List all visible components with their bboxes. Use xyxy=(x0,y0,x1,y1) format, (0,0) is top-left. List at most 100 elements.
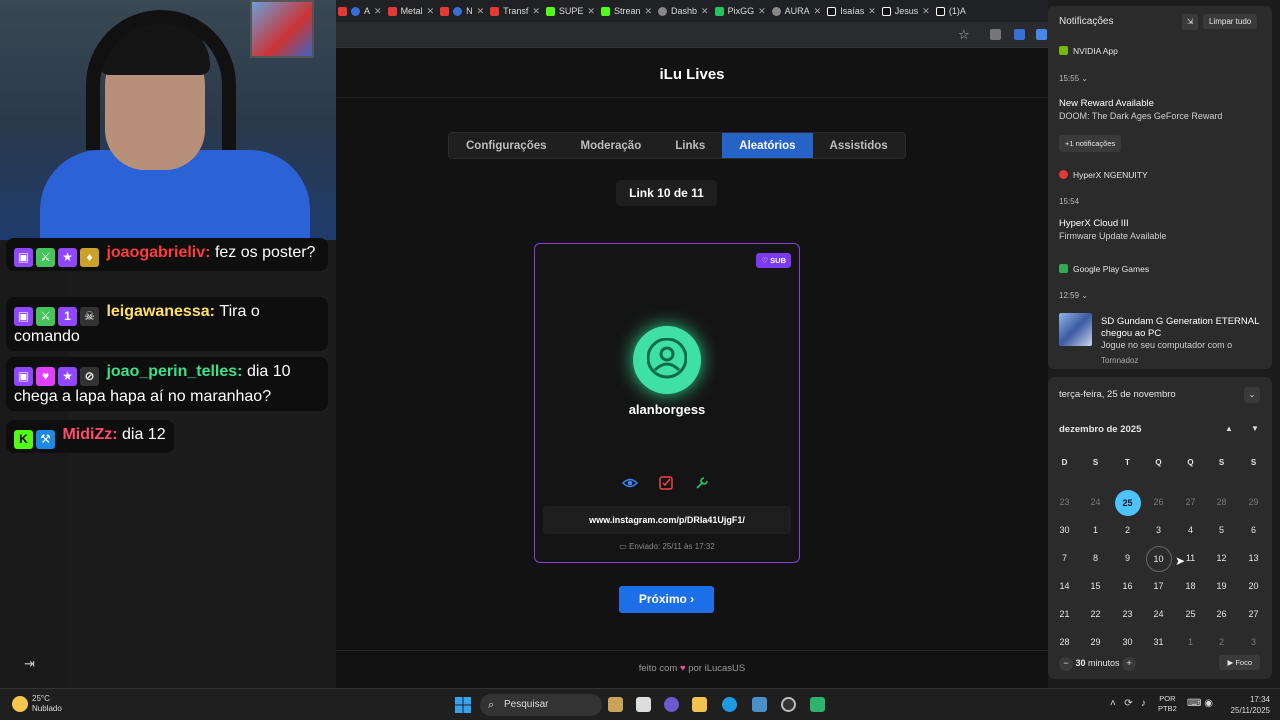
tab-aleatorios[interactable]: Aleatórios xyxy=(722,133,813,158)
task-view-icon[interactable] xyxy=(636,697,651,712)
language-indicator[interactable]: POR PTB2 xyxy=(1158,694,1177,714)
calendar-day[interactable]: 25 xyxy=(1175,600,1206,628)
photos-icon[interactable] xyxy=(752,697,767,712)
calendar-day[interactable]: 25 xyxy=(1112,488,1143,516)
notification-body[interactable]: DOOM: The Dark Ages GeForce Reward xyxy=(1059,111,1222,121)
calendar-day[interactable]: 12 xyxy=(1206,544,1237,572)
tab-moderacao[interactable]: Moderação xyxy=(564,133,659,158)
close-icon[interactable]: ✕ xyxy=(427,6,435,17)
calendar-day[interactable]: 26 xyxy=(1206,600,1237,628)
close-icon[interactable]: ✕ xyxy=(701,6,709,17)
windows-start-icon[interactable] xyxy=(455,697,471,713)
notification-body[interactable]: Firmware Update Available xyxy=(1059,231,1166,241)
notification-title[interactable]: New Reward Available xyxy=(1059,98,1154,109)
app-icon[interactable] xyxy=(810,697,825,712)
close-icon[interactable]: ✕ xyxy=(477,6,485,17)
edge-icon[interactable] xyxy=(722,697,737,712)
sync-icon[interactable]: ⟳ xyxy=(1124,698,1132,709)
close-icon[interactable]: ✕ xyxy=(532,6,540,17)
focus-button[interactable]: ▶ Foco xyxy=(1219,655,1260,670)
browser-tab[interactable]: Transf ✕ xyxy=(490,6,540,17)
notification-title[interactable]: HyperX Cloud III xyxy=(1059,218,1129,229)
calendar-day[interactable]: 3 xyxy=(1238,628,1269,656)
calendar-day[interactable]: 28 xyxy=(1049,628,1080,656)
calendar-day[interactable]: 29 xyxy=(1080,628,1111,656)
taskbar-search[interactable]: ⌕ Pesquisar xyxy=(480,694,602,716)
calendar-day[interactable]: 9 xyxy=(1112,544,1143,572)
browser-tab[interactable]: A ✕ xyxy=(338,6,382,17)
wrench-icon[interactable] xyxy=(695,476,709,490)
eye-icon[interactable] xyxy=(622,476,638,490)
browser-tab[interactable]: Dashb ✕ xyxy=(658,6,709,17)
notification-body[interactable]: Jogue no seu computador com o xyxy=(1101,340,1232,350)
calendar-day[interactable]: 10 xyxy=(1143,544,1174,572)
chevron-up-icon[interactable]: ˄ xyxy=(1110,698,1116,709)
calendar-day[interactable]: 28 xyxy=(1206,488,1237,516)
close-icon[interactable]: ✕ xyxy=(374,6,382,17)
calendar-day[interactable]: 30 xyxy=(1112,628,1143,656)
calendar-day[interactable]: 6 xyxy=(1238,516,1269,544)
calendar-month[interactable]: dezembro de 2025 xyxy=(1059,424,1141,435)
calendar-day[interactable]: 17 xyxy=(1143,572,1174,600)
close-icon[interactable]: ✕ xyxy=(868,6,876,17)
calendar-day[interactable]: 19 xyxy=(1206,572,1237,600)
browser-tab[interactable]: SUPE ✕ xyxy=(545,6,595,17)
tab-assistidos[interactable]: Assistidos xyxy=(813,133,905,158)
browser-tab[interactable]: (1)A xyxy=(935,6,966,16)
copilot-icon[interactable] xyxy=(664,697,679,712)
calendar-day[interactable]: 29 xyxy=(1238,488,1269,516)
calendar-day[interactable]: 5 xyxy=(1206,516,1237,544)
calendar-day[interactable]: 14 xyxy=(1049,572,1080,600)
minus-icon[interactable]: − xyxy=(1059,657,1073,671)
calendar-day[interactable]: 18 xyxy=(1175,572,1206,600)
month-next-icon[interactable]: ▼ xyxy=(1251,424,1259,433)
notification-title[interactable]: SD Gundam G Generation ETERNAL chegou ao… xyxy=(1101,316,1266,340)
chat-username[interactable]: MidiZz: xyxy=(62,426,117,443)
calendar-day[interactable]: 24 xyxy=(1080,488,1111,516)
tab-configuracoes[interactable]: Configurações xyxy=(449,133,564,158)
bookmark-star-icon[interactable]: ☆ xyxy=(958,27,970,43)
chat-username[interactable]: joao_perin_telles: xyxy=(106,363,242,380)
plus-icon[interactable]: + xyxy=(1122,657,1137,671)
close-icon[interactable]: ✕ xyxy=(814,6,822,17)
current-date[interactable]: terça-feira, 25 de novembro xyxy=(1059,389,1176,400)
calendar-day[interactable]: 24 xyxy=(1143,600,1174,628)
calendar-day[interactable]: 27 xyxy=(1238,600,1269,628)
browser-tab[interactable]: Isaías ✕ xyxy=(827,6,876,17)
chat-username[interactable]: joaogabrieliv: xyxy=(106,244,210,261)
logout-icon[interactable]: ⇥ xyxy=(24,656,35,672)
calendar-day[interactable]: 8 xyxy=(1080,544,1111,572)
calendar-day[interactable]: 15 xyxy=(1080,572,1111,600)
address-bar[interactable]: ☆ xyxy=(336,22,1048,48)
extension-icon[interactable] xyxy=(1014,29,1025,40)
calendar-day[interactable]: 16 xyxy=(1112,572,1143,600)
clock[interactable]: 17:34 25/11/2025 xyxy=(1224,694,1270,716)
more-notifications-button[interactable]: +1 notificações xyxy=(1059,135,1122,152)
weather-widget[interactable]: 25°C Nublado xyxy=(12,694,62,714)
obs-icon[interactable] xyxy=(781,697,796,712)
do-not-disturb-icon[interactable]: ⇲ xyxy=(1182,14,1198,30)
calendar-day[interactable]: 2 xyxy=(1206,628,1237,656)
link-url[interactable]: www.instagram.com/p/DRIa41UjgF1/ xyxy=(543,506,791,534)
calendar-day[interactable]: 26 xyxy=(1143,488,1174,516)
close-icon[interactable]: ✕ xyxy=(644,6,652,17)
tab-links[interactable]: Links xyxy=(658,133,722,158)
extension-icon[interactable] xyxy=(990,29,1001,40)
calendar-day[interactable]: 21 xyxy=(1049,600,1080,628)
next-button[interactable]: Próximo › xyxy=(619,586,714,613)
calendar-day[interactable]: 7 xyxy=(1049,544,1080,572)
browser-tab[interactable]: Metal ✕ xyxy=(387,6,435,17)
extension-icon[interactable] xyxy=(1036,29,1047,40)
calendar-day[interactable]: 27 xyxy=(1175,488,1206,516)
chat-username[interactable]: leigawanessa: xyxy=(106,303,215,320)
file-explorer-icon[interactable] xyxy=(692,697,707,712)
chevron-down-icon[interactable]: ⌄ xyxy=(1244,387,1260,403)
calendar-day[interactable]: 1 xyxy=(1175,628,1206,656)
microphone-icon[interactable]: ♪ xyxy=(1141,698,1146,709)
app-icon[interactable] xyxy=(608,697,623,712)
calendar-day[interactable]: 2 xyxy=(1112,516,1143,544)
month-prev-icon[interactable]: ▲ xyxy=(1225,424,1233,433)
close-icon[interactable]: ✕ xyxy=(922,6,930,17)
clear-all-button[interactable]: Limpar tudo xyxy=(1203,14,1258,29)
calendar-day[interactable]: 23 xyxy=(1049,488,1080,516)
